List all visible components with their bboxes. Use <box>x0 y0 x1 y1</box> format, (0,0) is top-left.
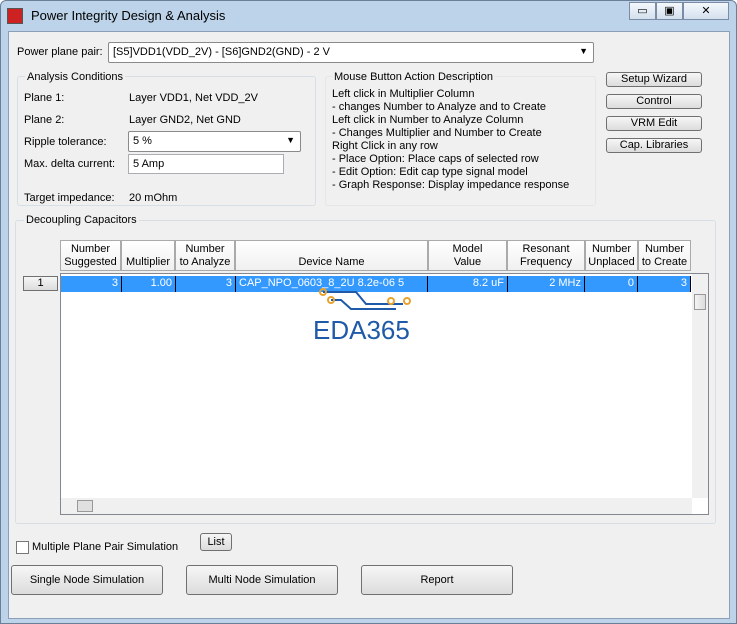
row-header[interactable]: 1 <box>23 276 58 291</box>
app-icon <box>7 8 23 24</box>
mouse-line: - Changes Multiplier and Number to Creat… <box>332 127 542 139</box>
table-cell[interactable]: 3 <box>638 276 691 292</box>
setup-wizard-button[interactable]: Setup Wizard <box>606 72 702 87</box>
mouse-line: Left click in Number to Analyze Column <box>332 114 524 126</box>
plane2-label: Plane 2: <box>24 114 65 126</box>
plane1-value: Layer VDD1, Net VDD_2V <box>129 92 258 104</box>
decoupling-title: Decoupling Capacitors <box>24 214 139 226</box>
window-title: Power Integrity Design & Analysis <box>31 8 226 23</box>
table-cell[interactable]: 1.00 <box>122 276 176 292</box>
column-header[interactable]: Device Name <box>235 240 428 271</box>
scroll-thumb[interactable] <box>694 294 706 310</box>
ripple-value: 5 % <box>133 135 152 147</box>
window: Power Integrity Design & Analysis ▭ ▣ ✕ … <box>0 0 737 624</box>
table-cell[interactable]: 2 MHz <box>508 276 585 292</box>
mouse-line: Right Click in any row <box>332 140 438 152</box>
column-header[interactable]: Number Suggested <box>60 240 121 271</box>
table-cell[interactable]: 3 <box>176 276 236 292</box>
target-label: Target impedance: <box>24 192 115 204</box>
table-cell[interactable]: 3 <box>61 276 122 292</box>
mouse-line: - Edit Option: Edit cap type signal mode… <box>332 166 528 178</box>
multi-plane-checkbox[interactable] <box>16 541 29 554</box>
ripple-label: Ripple tolerance: <box>24 136 107 148</box>
mouse-line: Left click in Multiplier Column <box>332 88 475 100</box>
single-node-simulation-button[interactable]: Single Node Simulation <box>11 565 163 595</box>
vrm-edit-button[interactable]: VRM Edit <box>606 116 702 131</box>
minimize-button[interactable]: ▭ <box>629 2 656 20</box>
column-header[interactable]: Multiplier <box>121 240 175 271</box>
column-header[interactable]: Resonant Frequency <box>507 240 585 271</box>
vertical-scrollbar[interactable] <box>692 274 708 498</box>
mouse-line: - Graph Response: Display impedance resp… <box>332 179 570 191</box>
close-button[interactable]: ✕ <box>683 2 729 20</box>
mouse-title: Mouse Button Action Description <box>332 71 495 83</box>
multi-plane-label: Multiple Plane Pair Simulation <box>32 541 179 553</box>
table-cell[interactable]: 0 <box>585 276 638 292</box>
control-button[interactable]: Control <box>606 94 702 109</box>
plane1-label: Plane 1: <box>24 92 65 104</box>
mouse-line: - Place Option: Place caps of selected r… <box>332 153 539 165</box>
mouse-line: - changes Number to Analyze and to Creat… <box>332 101 547 113</box>
target-value: 20 mOhm <box>129 192 178 204</box>
horizontal-scrollbar[interactable] <box>61 498 692 514</box>
ripple-select[interactable]: 5 % ▼ <box>128 131 301 152</box>
plane2-value: Layer GND2, Net GND <box>129 114 241 126</box>
plane-pair-label: Power plane pair: <box>17 46 103 58</box>
mouse-description: Left click in Multiplier Column - change… <box>332 88 569 192</box>
eda365-watermark: EDA365 <box>311 284 431 347</box>
delta-label: Max. delta current: <box>24 158 116 170</box>
plane-pair-value: [S5]VDD1(VDD_2V) - [S6]GND2(GND) - 2 V <box>113 46 330 58</box>
table-cell[interactable]: 8.2 uF <box>428 276 508 292</box>
scroll-thumb[interactable] <box>77 500 93 512</box>
svg-text:EDA365: EDA365 <box>313 315 410 344</box>
delta-current-input[interactable]: 5 Amp <box>128 154 284 174</box>
maximize-button[interactable]: ▣ <box>656 2 683 20</box>
plane-pair-select[interactable]: [S5]VDD1(VDD_2V) - [S6]GND2(GND) - 2 V ▼ <box>108 42 594 63</box>
cap-libraries-button[interactable]: Cap. Libraries <box>606 138 702 153</box>
chevron-down-icon: ▼ <box>579 46 588 56</box>
analysis-title: Analysis Conditions <box>25 71 125 83</box>
column-header[interactable]: Model Value <box>428 240 507 271</box>
list-button[interactable]: List <box>200 533 232 551</box>
column-header[interactable]: Number Unplaced <box>585 240 638 271</box>
column-header[interactable]: Number to Create <box>638 240 691 271</box>
column-header[interactable]: Number to Analyze <box>175 240 235 271</box>
chevron-down-icon: ▼ <box>286 135 295 145</box>
report-button[interactable]: Report <box>361 565 513 595</box>
multi-node-simulation-button[interactable]: Multi Node Simulation <box>186 565 338 595</box>
